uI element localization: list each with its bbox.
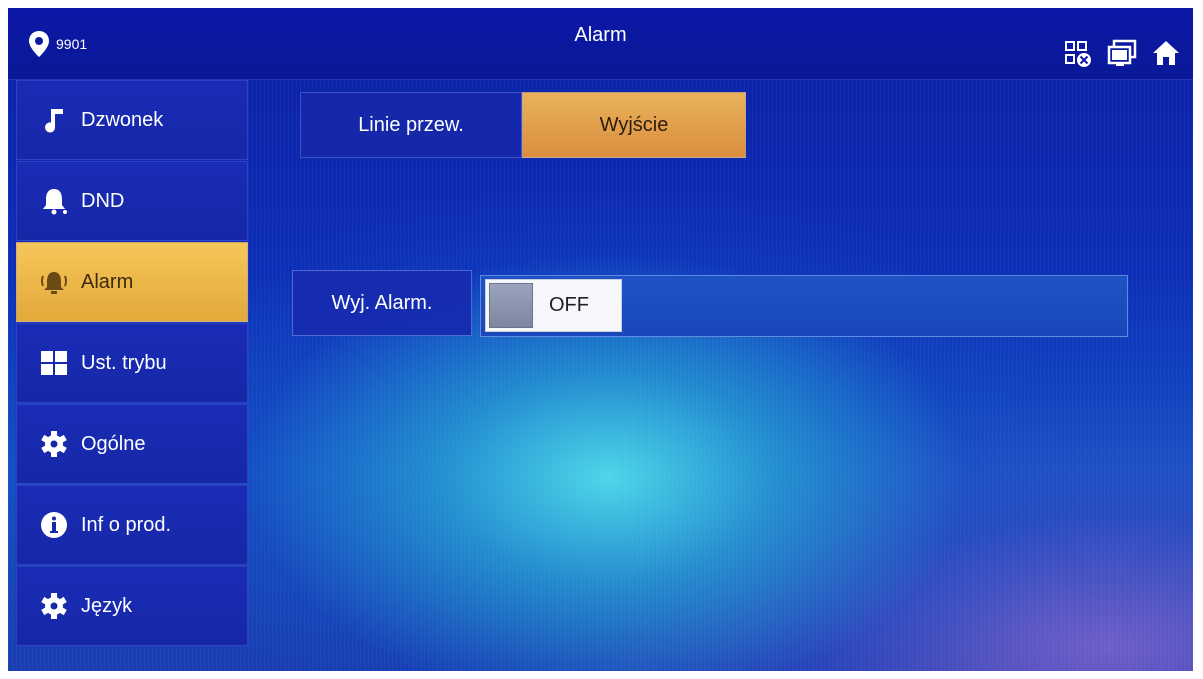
toggle-knob[interactable] (489, 283, 533, 328)
sidebar-item-inf-o-prod[interactable]: Inf o prod. (16, 485, 248, 565)
sidebar-item-ust-trybu[interactable]: Ust. trybu (16, 323, 248, 403)
monitor-icon[interactable] (1107, 38, 1137, 68)
sidebar-item-dnd[interactable]: DND (16, 161, 248, 241)
device-screen: 9901 Alarm Dzwonek DND Alarm Ust. trybu … (8, 8, 1193, 671)
bell-mute-icon (43, 189, 67, 215)
sidebar-item-label: DND (81, 189, 125, 212)
tab-wyjscie[interactable]: Wyjście (522, 92, 746, 158)
sidebar-item-ogolne[interactable]: Ogólne (16, 404, 248, 484)
tab-linie-przew[interactable]: Linie przew. (300, 92, 522, 158)
sidebar-item-label: Alarm (81, 270, 134, 293)
toggle-state-text: OFF (549, 294, 589, 316)
network-error-icon[interactable] (1063, 38, 1093, 68)
top-icons (1063, 38, 1181, 68)
gear-icon (41, 593, 67, 619)
home-icon[interactable] (1151, 38, 1181, 68)
info-icon (41, 512, 67, 538)
grid-mode-icon (41, 351, 67, 375)
gear-icon (41, 431, 67, 457)
music-note-icon (45, 109, 63, 133)
sidebar-item-label: Dzwonek (81, 108, 164, 131)
sidebar-item-label: Ogólne (81, 432, 146, 455)
alarm-output-toggle[interactable]: OFF (485, 279, 622, 332)
sidebar-menu: Dzwonek DND Alarm Ust. trybu Ogólne Inf … (16, 80, 248, 647)
sidebar-item-label: Język (81, 594, 133, 617)
tab-bar: Linie przew. Wyjście (300, 92, 746, 158)
alarm-bell-icon (41, 272, 67, 294)
sidebar-item-label: Inf o prod. (81, 513, 172, 536)
alarm-output-field: OFF (480, 275, 1128, 337)
alarm-output-label: Wyj. Alarm. (292, 270, 472, 336)
sidebar-item-alarm[interactable]: Alarm (16, 242, 248, 322)
page-title: Alarm (574, 24, 627, 46)
top-bar: 9901 Alarm (8, 8, 1193, 80)
sidebar-item-jezyk[interactable]: Język (16, 566, 248, 646)
sidebar-item-dzwonek[interactable]: Dzwonek (16, 80, 248, 160)
sidebar-item-label: Ust. trybu (81, 351, 167, 374)
